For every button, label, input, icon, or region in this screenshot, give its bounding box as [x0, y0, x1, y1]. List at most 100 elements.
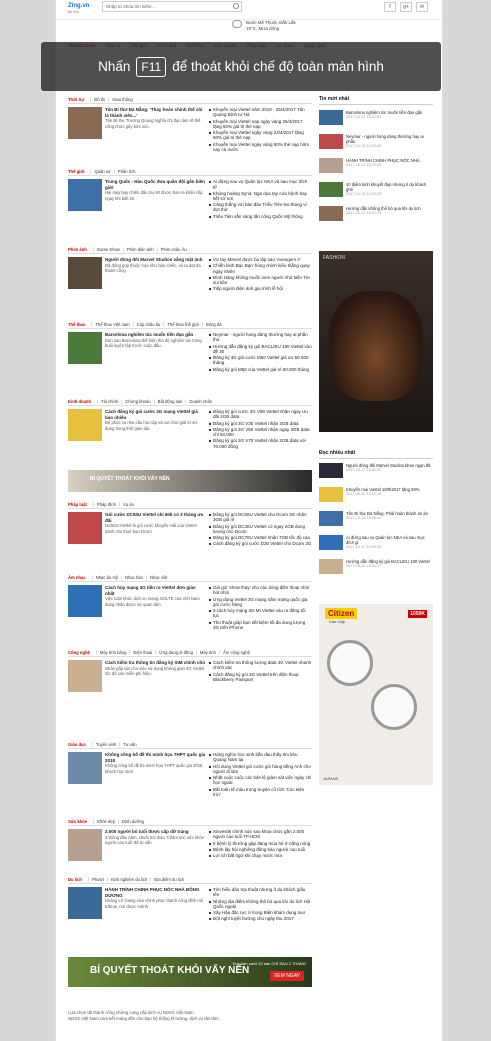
news-thumbnail[interactable] — [319, 463, 343, 478]
section-title[interactable]: Thể thao — [68, 322, 88, 327]
related-link[interactable]: Cách kiểm tra thông lượng data 4G Viette… — [209, 660, 312, 671]
article-thumbnail[interactable] — [68, 829, 102, 861]
news-thumbnail[interactable] — [319, 110, 343, 125]
article-thumbnail[interactable] — [68, 512, 102, 544]
popular-news-item[interactable]: Hướng dẫn đăng ký gói BACLIEU 190 Viette… — [319, 559, 433, 578]
section-tab[interactable]: Doanh nhân — [185, 398, 212, 404]
section-tab[interactable]: Địa điểm du lịch — [150, 876, 184, 882]
section-tab[interactable]: Cúp châu âu — [132, 321, 160, 327]
article-thumbnail[interactable] — [68, 409, 102, 441]
section-tab[interactable]: Game Show — [92, 246, 120, 252]
section-tab[interactable]: Ứng dụng di động — [155, 649, 193, 655]
related-link[interactable]: Xinvestik chính sức sau khoa chức gần 2.… — [209, 829, 312, 840]
mail-icon[interactable]: ✉ — [416, 2, 428, 12]
search-input[interactable]: Nhập từ khóa tìm kiếm... — [102, 1, 242, 12]
article-thumbnail[interactable] — [68, 179, 102, 211]
news-thumbnail[interactable] — [319, 487, 343, 502]
related-link[interactable]: Đăng ký gói 3G V50 Viettel nhận ngay 3GB… — [209, 427, 312, 438]
section-tab[interactable]: Tư vấn — [119, 741, 137, 747]
shoe-ad[interactable]: FASHION — [319, 251, 433, 432]
related-link[interactable]: 3 cách hủy mạng 3G MI Viettel vào ra đăn… — [209, 608, 312, 619]
section-title[interactable]: Phim ảnh — [68, 247, 90, 252]
article-thumbnail[interactable] — [68, 257, 102, 289]
related-link[interactable]: Xây Hậu đặc rực ờ trong Biện khám dụng t… — [209, 910, 312, 915]
section-tab[interactable]: Phim điện ảnh — [122, 246, 154, 252]
news-thumbnail[interactable] — [319, 559, 343, 574]
latest-news-item[interactable]: 10 điểm kinh khuyết đẹp nhưng ít du khác… — [319, 182, 433, 201]
section-tab[interactable]: Phim châu Âu — [156, 246, 187, 252]
related-link[interactable]: Neymar - người hung dáng thường hay ai p… — [209, 332, 312, 343]
related-link[interactable]: Đăng ký gói 3G V35 Viettel nhận 3GB data — [209, 421, 312, 426]
related-link[interactable]: Khủng hoảng Syria: Nga dọa tay cứu bệnh … — [209, 191, 312, 202]
section-tab[interactable]: Nhạc hàn — [121, 574, 143, 580]
related-link[interactable]: Đăng ký gói DC50U Viettel cho Dcom 3G nh… — [209, 512, 312, 523]
related-link[interactable]: Hàng nghìn học sinh bắn đau thầy tìm khu… — [209, 752, 312, 763]
section-title[interactable]: Âm nhạc — [68, 575, 89, 580]
watch-ad[interactable]: Citizen Cao Cấp 1050K JAPANS — [319, 604, 433, 785]
google-plus-icon[interactable]: g+ — [400, 2, 412, 12]
article-thumbnail[interactable] — [68, 752, 102, 784]
section-tab[interactable]: Pháp đình — [92, 501, 116, 507]
section-tab[interactable]: Tài chính — [97, 398, 118, 404]
ad-banner[interactable]: BÍ QUYẾT THOÁT KHỎI VẤY NẾN — [68, 470, 312, 492]
latest-news-item[interactable]: Barcelona nghiêm túc muốn tiền đạo gắn 20… — [319, 110, 433, 129]
section-tab[interactable]: Nhạc âu mỹ — [91, 574, 118, 580]
article-thumbnail[interactable] — [68, 585, 102, 617]
news-thumbnail[interactable] — [319, 206, 343, 221]
section-tab[interactable]: Máy tính bảng — [95, 649, 126, 655]
news-headline[interactable]: Neymar - người hùng dáng thường hay ai p… — [346, 134, 424, 144]
related-link[interactable]: Đăng ký gói cước 3G V90 Viettel nhận nga… — [209, 409, 312, 420]
section-tab[interactable]: Thể thao Việt nam — [91, 321, 130, 327]
latest-news-item[interactable]: Neymar - người hùng dáng thường hay ai p… — [319, 134, 433, 153]
related-link[interactable]: Bất toán tế màu trong truyện cổ tích 'Có… — [209, 787, 312, 798]
section-tab[interactable]: Điện thoại — [129, 649, 152, 655]
related-link[interactable]: Những địa điểm không thể bỏ qua khi du l… — [209, 899, 312, 910]
news-thumbnail[interactable] — [319, 535, 343, 550]
related-link[interactable]: Chiến binh Bạc Bạn' hùng chinh kiểu thẳn… — [209, 263, 312, 274]
section-tab[interactable]: Ẩm công nghệ — [218, 649, 250, 655]
related-link[interactable]: Khuyến mại Viettel ngày vàng 50% thẻ nạp… — [209, 142, 312, 153]
related-link[interactable]: Lợi ích bất ngờ khi chạy nước mía — [209, 853, 312, 858]
banner-cta-button[interactable]: XEM NGAY — [269, 971, 304, 981]
section-title[interactable]: Công nghệ — [68, 650, 93, 655]
related-link[interactable]: Tiếp người điện ảnh gia trình lễ hội — [209, 286, 312, 291]
article-thumbnail[interactable] — [68, 660, 102, 692]
section-tab[interactable]: Bất động sản — [153, 398, 182, 404]
related-link[interactable]: Giá gói 'show thay' cho các dòng điện th… — [209, 585, 312, 596]
section-title[interactable]: Pháp luật — [68, 502, 90, 507]
section-tab[interactable]: Tuyển sinh — [91, 741, 116, 747]
section-tab[interactable]: Phân tích — [113, 168, 136, 174]
news-headline[interactable]: Ai đứng sau vụ Quân lực NKA và sau mục đ… — [346, 535, 425, 545]
ad-banner[interactable]: BÍ QUYẾT THOÁT KHỎI VẤY NẾN Đọc bản sướt … — [68, 957, 312, 987]
related-link[interactable]: Khuyến mại Viettel năm 2018 - 25/4/2017 … — [209, 107, 312, 118]
related-link[interactable]: Ai đứng sau vụ Quân lực NKA và sau mục đ… — [209, 179, 312, 190]
section-title[interactable]: Thế giới — [68, 169, 87, 174]
related-link[interactable]: Vợ tay Marvel được ba lập sau 'Avengers … — [209, 257, 312, 262]
section-tab[interactable]: Thể thao thế giới — [163, 321, 199, 327]
section-title[interactable]: Sức khỏe — [68, 819, 90, 824]
related-link[interactable]: Hội dung Viettel gói cước gói hàng tiếng… — [209, 764, 312, 775]
related-link[interactable]: Bệnh lây hội nghiêng đồng bào người cao … — [209, 847, 312, 852]
section-tab[interactable]: Giao thông — [108, 96, 133, 102]
related-link[interactable]: Cách đăng ký gói 3G Viettel trên điện th… — [209, 672, 312, 683]
section-tab[interactable]: Chứng khoán — [121, 398, 151, 404]
latest-news-item[interactable]: Hướng dẫn không thể bỏ qua khi du lịch 20… — [319, 206, 433, 225]
section-title[interactable]: Giáo dục — [68, 742, 89, 747]
related-link[interactable]: Nhặt cuộc cuộc các bản lệ giám sát việc … — [209, 775, 312, 786]
related-link[interactable]: Đình Hàng không muốn xem người nhớ Bến T… — [209, 275, 312, 286]
related-link[interactable]: Triều Tiên sẵn sàng tấn công Quốc Mỹ thô… — [209, 214, 312, 219]
search-icon[interactable] — [233, 3, 239, 9]
article-thumbnail[interactable] — [68, 332, 102, 364]
section-title[interactable]: Thời Sự — [68, 97, 87, 102]
related-link[interactable]: Đăng ký gói M50 của Viettel giá rẻ 50.00… — [209, 367, 312, 372]
related-link[interactable]: Cách đăng ký gói cước D30 Viettel cho Dc… — [209, 541, 312, 546]
related-link[interactable]: Đăng ký gói DC70U Viettel nhận 7GB tốc đ… — [209, 535, 312, 540]
related-link[interactable]: Hướng dẫn đăng ký gói BACLIEU 190 Viette… — [209, 344, 312, 355]
related-link[interactable]: Khuyến mại Viettel nạp ngày vàng 25/4/20… — [209, 119, 312, 130]
news-thumbnail[interactable] — [319, 158, 343, 173]
section-tab[interactable]: Khỏe đẹp — [93, 818, 115, 824]
news-thumbnail[interactable] — [319, 134, 343, 149]
related-link[interactable]: Tìm hiểu dân trại thuật nhưng ít du khác… — [209, 887, 312, 898]
section-tab[interactable]: Nhạc việt — [145, 574, 167, 580]
popular-news-item[interactable]: Tân Bí thư Đà Nẵng: Phải hoàn thành án á… — [319, 511, 433, 530]
